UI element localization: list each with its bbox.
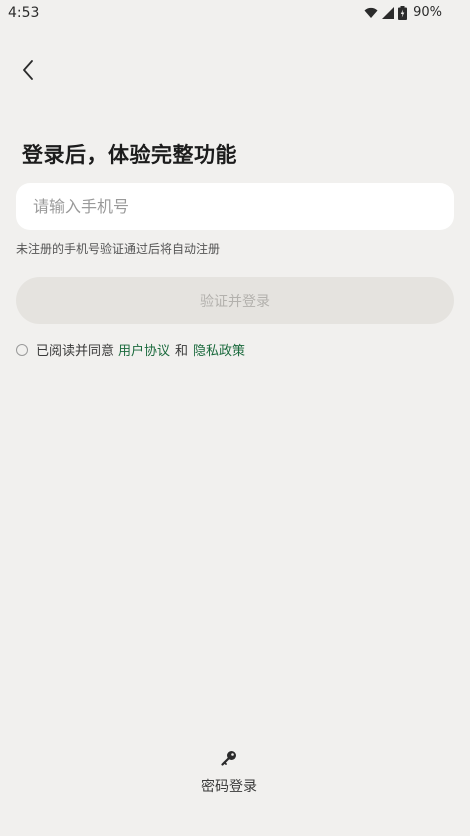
battery-percent: 90% — [413, 5, 442, 20]
status-icons: 90% — [364, 5, 442, 20]
privacy-policy-link[interactable]: 隐私政策 — [193, 340, 245, 359]
back-arrow-icon — [22, 60, 34, 84]
agreement-conjunction: 和 — [175, 344, 189, 359]
user-agreement-link[interactable]: 用户协议 — [118, 340, 170, 359]
agreement-checkbox[interactable] — [16, 343, 28, 356]
battery-icon — [398, 5, 408, 20]
back-button[interactable] — [14, 58, 42, 86]
status-time: 4:53 — [8, 5, 40, 21]
phone-input-container — [16, 183, 454, 230]
agreement-prefix: 已阅读并同意 — [36, 344, 115, 359]
verify-login-button[interactable]: 验证并登录 — [16, 277, 454, 324]
password-login-label: 密码登录 — [201, 779, 257, 795]
password-login-button[interactable]: 密码登录 — [190, 750, 268, 796]
status-bar: 4:53 90% — [0, 0, 470, 26]
wifi-icon — [364, 7, 378, 19]
page-title: 登录后，体验完整功能 — [22, 143, 237, 167]
auto-register-hint: 未注册的手机号验证通过后将自动注册 — [16, 242, 221, 256]
key-icon — [221, 750, 237, 770]
agreement-row: 已阅读并同意 用户协议 和 隐私政策 — [16, 340, 245, 359]
signal-icon — [382, 6, 395, 19]
phone-input[interactable] — [16, 183, 454, 230]
